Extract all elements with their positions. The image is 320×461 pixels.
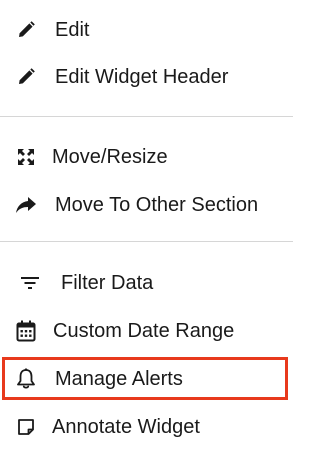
note-icon	[14, 415, 38, 439]
menu-item-label: Manage Alerts	[55, 368, 183, 390]
menu-item-label: Move To Other Section	[55, 194, 259, 216]
menu-item-edit-widget-header[interactable]: Edit Widget Header	[0, 57, 293, 97]
pencil-icon	[14, 18, 38, 42]
bell-icon	[14, 367, 38, 391]
menu-item-label: Move/Resize	[52, 146, 168, 168]
menu-item-edit[interactable]: Edit	[0, 10, 293, 50]
menu-item-label: Annotate Widget	[52, 416, 200, 438]
share-arrow-icon	[14, 193, 38, 217]
menu-item-move-to-other-section[interactable]: Move To Other Section	[0, 185, 293, 225]
menu-item-manage-alerts[interactable]: Manage Alerts	[0, 359, 293, 399]
pencil-icon	[14, 65, 38, 89]
expand-arrows-icon	[14, 145, 38, 169]
menu-item-label: Edit Widget Header	[55, 66, 229, 88]
menu-item-move-resize[interactable]: Move/Resize	[0, 137, 293, 177]
menu-item-label: Custom Date Range	[53, 320, 235, 342]
menu-item-filter-data[interactable]: Filter Data	[0, 263, 293, 303]
menu-divider	[0, 116, 293, 117]
filter-lines-icon	[18, 271, 42, 295]
menu-item-custom-date-range[interactable]: Custom Date Range	[0, 311, 293, 351]
calendar-icon	[14, 319, 38, 343]
menu-divider	[0, 241, 293, 242]
widget-context-menu: Edit Edit Widget Header Move/Resize Move…	[0, 0, 293, 461]
menu-item-label: Edit	[55, 19, 90, 41]
menu-item-annotate-widget[interactable]: Annotate Widget	[0, 407, 293, 447]
menu-item-label: Filter Data	[61, 272, 154, 294]
